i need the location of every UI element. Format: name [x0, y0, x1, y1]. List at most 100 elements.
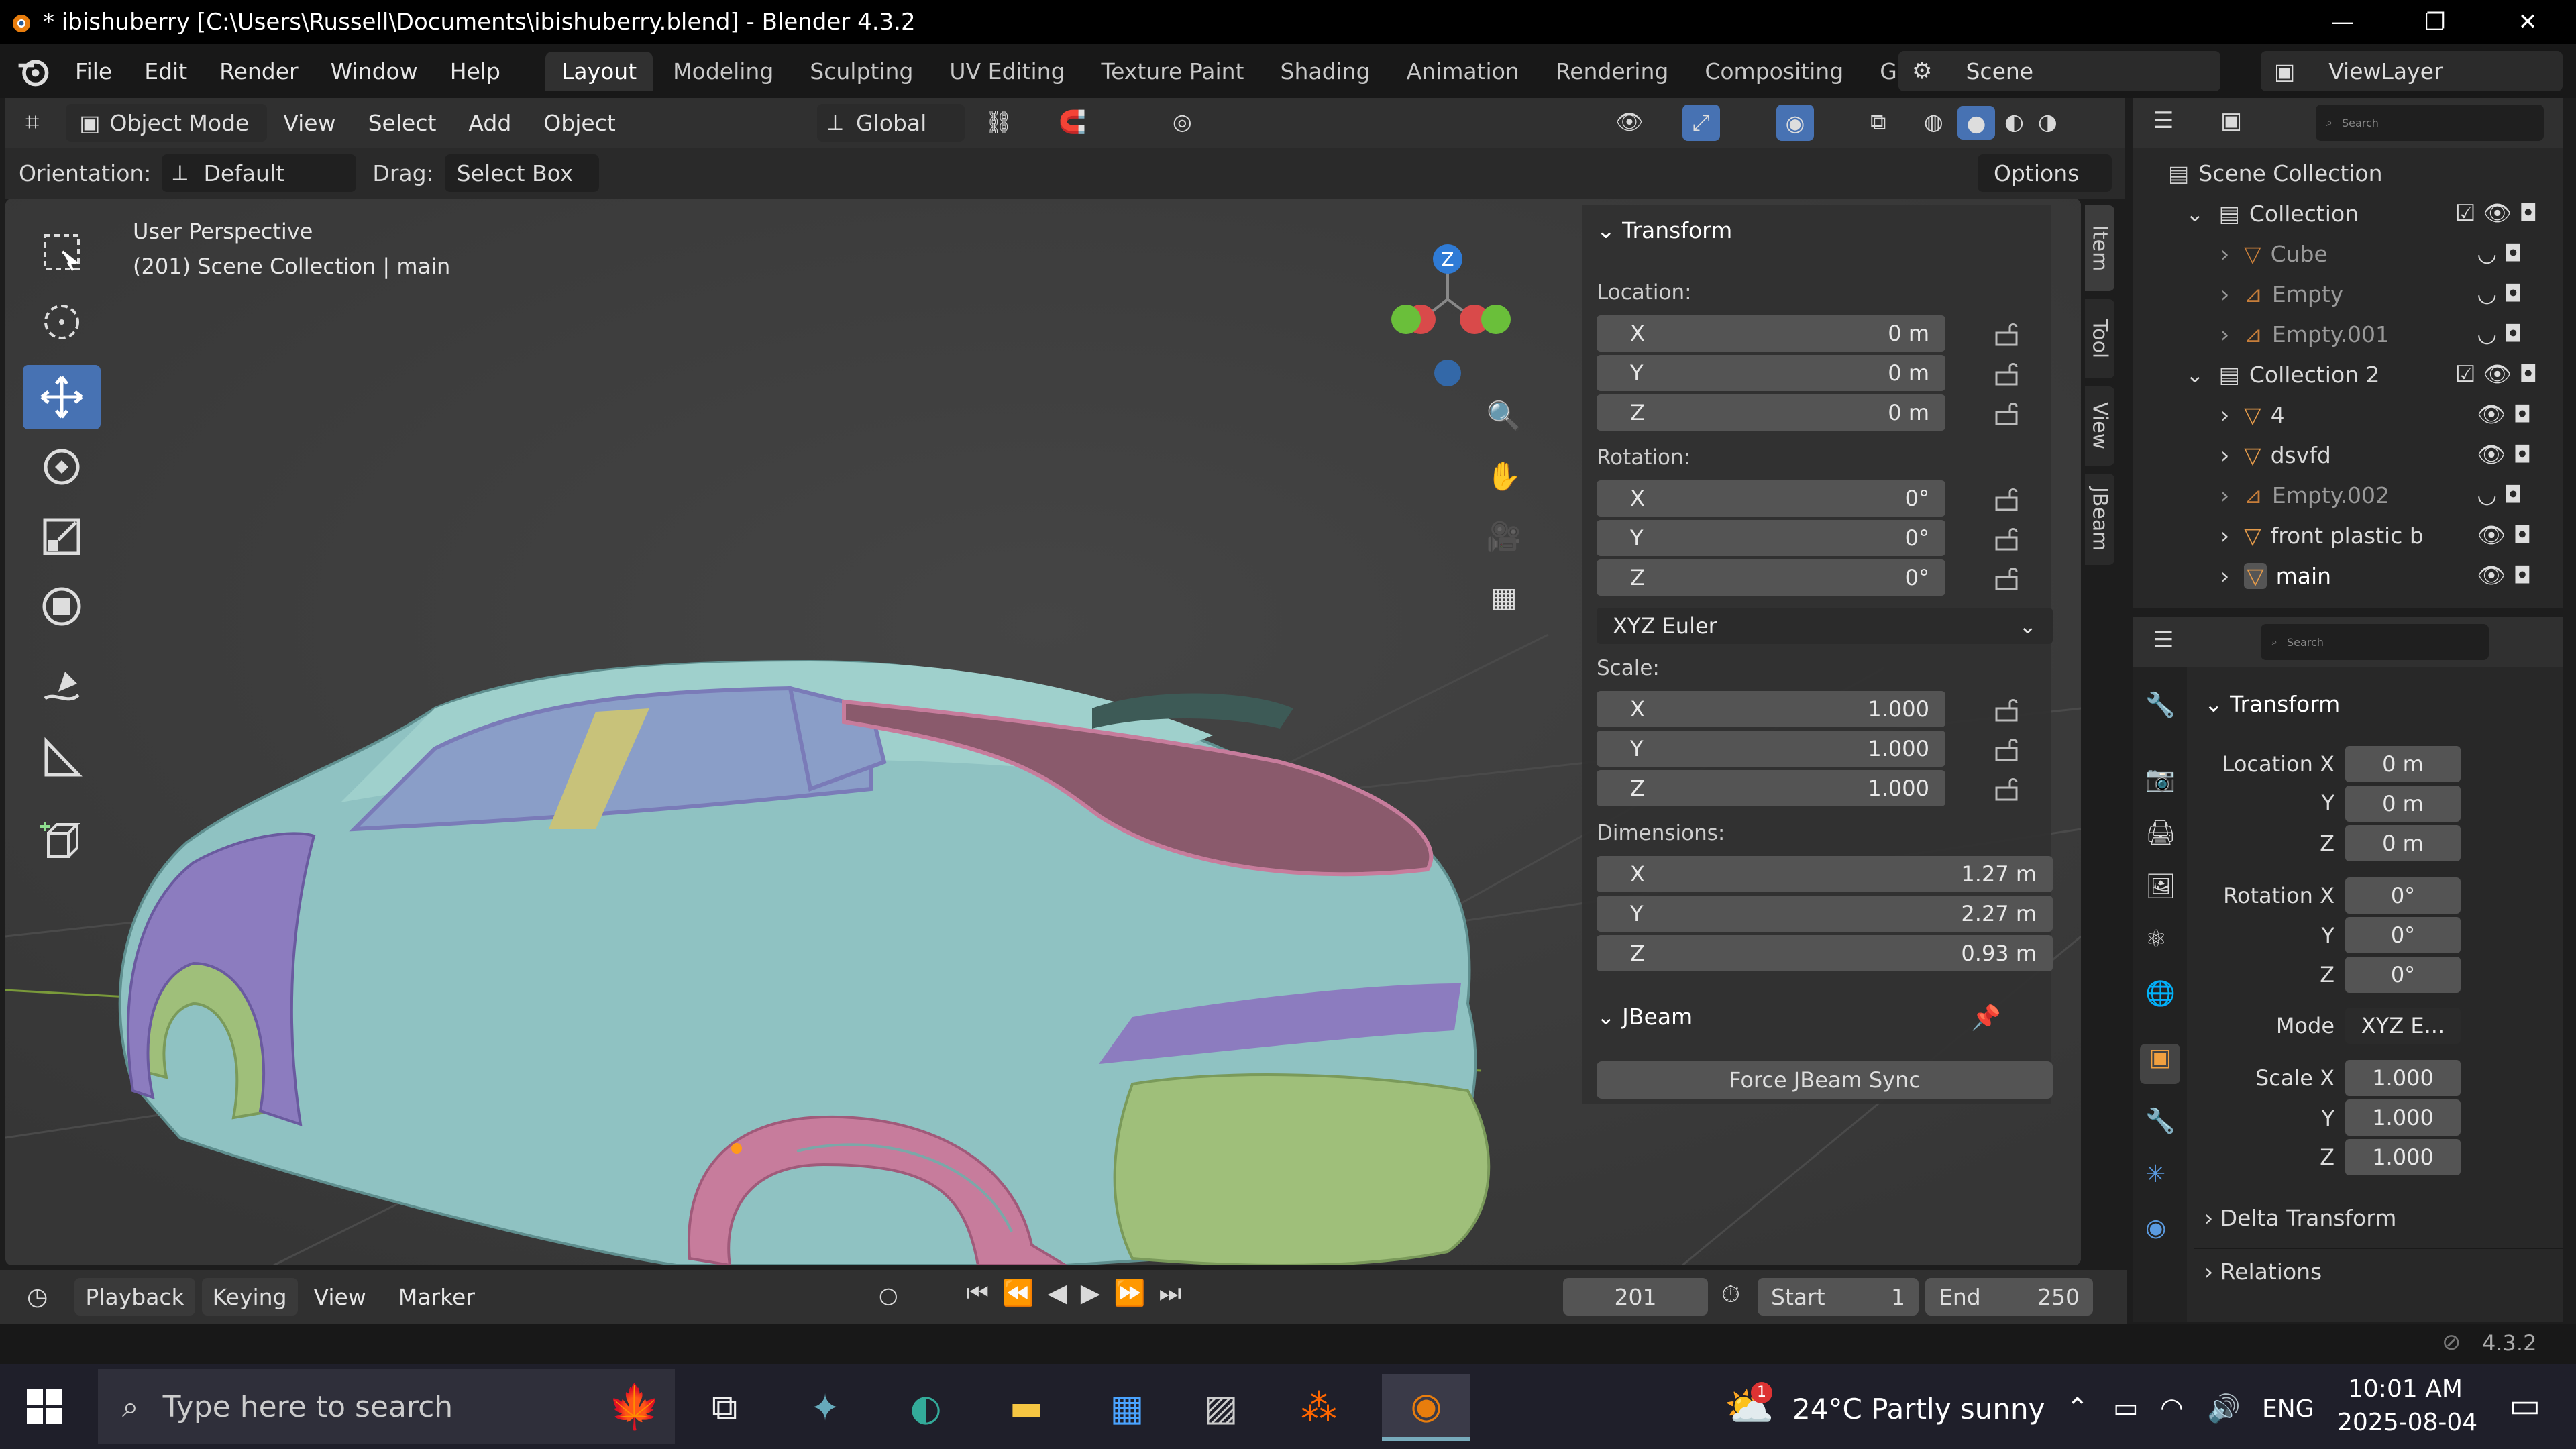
- menu-render[interactable]: Render: [203, 58, 314, 85]
- move-tool-icon[interactable]: [23, 365, 101, 429]
- lock-icon[interactable]: [1992, 695, 2022, 724]
- pin-icon[interactable]: 📌: [1971, 1004, 2001, 1032]
- lock-icon[interactable]: [1992, 524, 2022, 553]
- particles-tab-icon[interactable]: ✳: [2145, 1161, 2165, 1188]
- menu-keying[interactable]: Keying: [201, 1278, 298, 1316]
- menu-object[interactable]: Object: [527, 110, 631, 136]
- restore-button[interactable]: ❐: [2395, 0, 2475, 44]
- eye-icon[interactable]: ☑ 👁 ◘: [2455, 193, 2563, 233]
- navigation-gizmo[interactable]: Z: [1381, 219, 1515, 393]
- eye-icon[interactable]: 👁 ◘: [2455, 555, 2563, 596]
- timeline-editor-icon[interactable]: ◷: [27, 1283, 48, 1311]
- weather-text[interactable]: 24°C Partly sunny: [1792, 1393, 2045, 1426]
- notifications-icon[interactable]: ▭: [2509, 1386, 2540, 1425]
- prop-scale-x[interactable]: 1.000: [2345, 1060, 2461, 1096]
- rotation-z-field[interactable]: Z 0°: [1597, 559, 1945, 596]
- properties-editor-icon[interactable]: ☰: [2153, 627, 2174, 653]
- playback-controls[interactable]: ⏮⏪◀▶⏩⏭: [966, 1278, 1195, 1308]
- outliner-root[interactable]: ▤ Scene Collection: [2133, 153, 2563, 193]
- tab-layout[interactable]: Layout: [545, 51, 653, 91]
- eye-icon[interactable]: ◡ ◘: [2455, 314, 2563, 354]
- lock-icon[interactable]: [1992, 774, 2022, 804]
- tab-view[interactable]: View: [2085, 386, 2114, 466]
- scale-z-field[interactable]: Z 1.000: [1597, 770, 1945, 806]
- perspective-toggle-icon[interactable]: ▦: [1479, 572, 1529, 623]
- menu-marker[interactable]: Marker: [382, 1284, 491, 1310]
- scene-selector[interactable]: ⚙ Scene: [1898, 51, 2220, 91]
- photos-app-icon[interactable]: ▨: [1187, 1374, 1254, 1441]
- edge-browser-icon[interactable]: ◐: [892, 1374, 959, 1441]
- location-z-field[interactable]: Z 0 m: [1597, 394, 1945, 431]
- tab-rendering[interactable]: Rendering: [1540, 52, 1685, 91]
- menu-playback[interactable]: Playback: [74, 1278, 195, 1316]
- menu-window[interactable]: Window: [315, 58, 434, 85]
- drag-dropdown[interactable]: Select Box: [444, 154, 599, 192]
- zoom-icon[interactable]: 🔍: [1479, 390, 1529, 441]
- tab-modeling[interactable]: Modeling: [657, 52, 790, 91]
- rotation-x-field[interactable]: X 0°: [1597, 480, 1945, 517]
- rotation-mode-dropdown[interactable]: XYZ Euler ⌄: [1597, 608, 2053, 644]
- physics-tab-icon[interactable]: ◉: [2145, 1214, 2166, 1242]
- tab-uv-editing[interactable]: UV Editing: [933, 52, 1081, 91]
- world-tab-icon[interactable]: 🌐: [2145, 979, 2176, 1008]
- lock-icon[interactable]: [1992, 319, 2022, 349]
- scene-tab-icon[interactable]: ⚛: [2145, 926, 2167, 953]
- current-frame[interactable]: 201: [1563, 1278, 1708, 1316]
- outliner-editor-icon[interactable]: ☰: [2153, 107, 2174, 134]
- preview-range-icon[interactable]: ⏱: [1721, 1281, 1740, 1309]
- jbeam-panel-header[interactable]: ⌄ JBeam: [1597, 1004, 1693, 1030]
- tab-compositing[interactable]: Compositing: [1688, 52, 1860, 91]
- start-frame[interactable]: Start 1: [1758, 1278, 1919, 1316]
- tab-tool[interactable]: Tool: [2085, 299, 2114, 378]
- transform-panel-header[interactable]: ⌄ Transform: [1597, 217, 1732, 244]
- tab-shading[interactable]: Shading: [1265, 52, 1387, 91]
- volume-icon[interactable]: 🔊: [2207, 1393, 2241, 1424]
- rotate-tool-icon[interactable]: [23, 435, 101, 499]
- prop-location-y[interactable]: 0 m: [2345, 786, 2461, 822]
- lock-icon[interactable]: [1992, 359, 2022, 388]
- eye-icon[interactable]: ◡ ◘: [2455, 233, 2563, 274]
- wifi-icon[interactable]: ◠: [2160, 1393, 2184, 1424]
- scale-y-field[interactable]: Y 1.000: [1597, 731, 1945, 767]
- rotation-y-field[interactable]: Y 0°: [1597, 520, 1945, 556]
- rendered-shading-icon[interactable]: ◑: [2038, 109, 2057, 135]
- eye-icon[interactable]: ☑ 👁 ◘: [2455, 354, 2563, 394]
- prop-rotation-x[interactable]: 0°: [2345, 877, 2461, 914]
- windows-start-icon[interactable]: [27, 1389, 62, 1424]
- eye-icon[interactable]: ◡ ◘: [2455, 475, 2563, 515]
- clock-date[interactable]: 2025-08-04: [2337, 1409, 2477, 1436]
- blender-menu-icon[interactable]: [15, 52, 52, 90]
- eye-icon[interactable]: 👁 ◘: [2455, 515, 2563, 555]
- transform-orientation[interactable]: ⟂ Global: [817, 104, 965, 142]
- prop-location-z[interactable]: 0 m: [2345, 825, 2461, 861]
- dimensions-y-field[interactable]: Y 2.27 m: [1597, 896, 2053, 932]
- visibility-icon[interactable]: 👁: [1615, 109, 1644, 136]
- tab-sculpting[interactable]: Sculpting: [794, 52, 929, 91]
- transform-tool-icon[interactable]: [23, 574, 101, 639]
- camera-view-icon[interactable]: 🎥: [1479, 511, 1529, 562]
- view-layer-tab-icon[interactable]: 🖼: [2145, 872, 2176, 900]
- menu-select[interactable]: Select: [352, 110, 453, 136]
- solid-shading-icon[interactable]: ●: [1957, 106, 1995, 140]
- cursor-tool-icon[interactable]: [23, 290, 101, 354]
- properties-search[interactable]: ⌕ Search: [2261, 624, 2489, 660]
- tab-texture-paint[interactable]: Texture Paint: [1085, 52, 1260, 91]
- view-layer-selector[interactable]: ▣ ViewLayer: [2261, 51, 2563, 91]
- xray-icon[interactable]: ⧉: [1870, 109, 1886, 136]
- mode-selector[interactable]: ▣ Object Mode: [66, 104, 268, 142]
- prop-rotation-z[interactable]: 0°: [2345, 957, 2461, 993]
- location-y-field[interactable]: Y 0 m: [1597, 355, 1945, 391]
- eye-icon[interactable]: ◡ ◘: [2455, 274, 2563, 314]
- snap-icon[interactable]: 🧲: [1059, 109, 1086, 136]
- orientation-dropdown[interactable]: ⟂ Default: [162, 154, 357, 192]
- tab-item[interactable]: Item: [2085, 205, 2114, 291]
- scale-tool-icon[interactable]: [23, 504, 101, 569]
- prop-scale-y[interactable]: 1.000: [2345, 1099, 2461, 1136]
- battery-icon[interactable]: ▭: [2113, 1393, 2139, 1424]
- output-tab-icon[interactable]: 🖨: [2145, 818, 2176, 847]
- end-frame[interactable]: End 250: [1925, 1278, 2093, 1316]
- render-tab-icon[interactable]: 📷: [2145, 765, 2176, 793]
- eye-icon[interactable]: 👁 ◘: [2455, 394, 2563, 435]
- app-icon[interactable]: ⁂: [1285, 1374, 1352, 1441]
- tab-animation[interactable]: Animation: [1391, 52, 1536, 91]
